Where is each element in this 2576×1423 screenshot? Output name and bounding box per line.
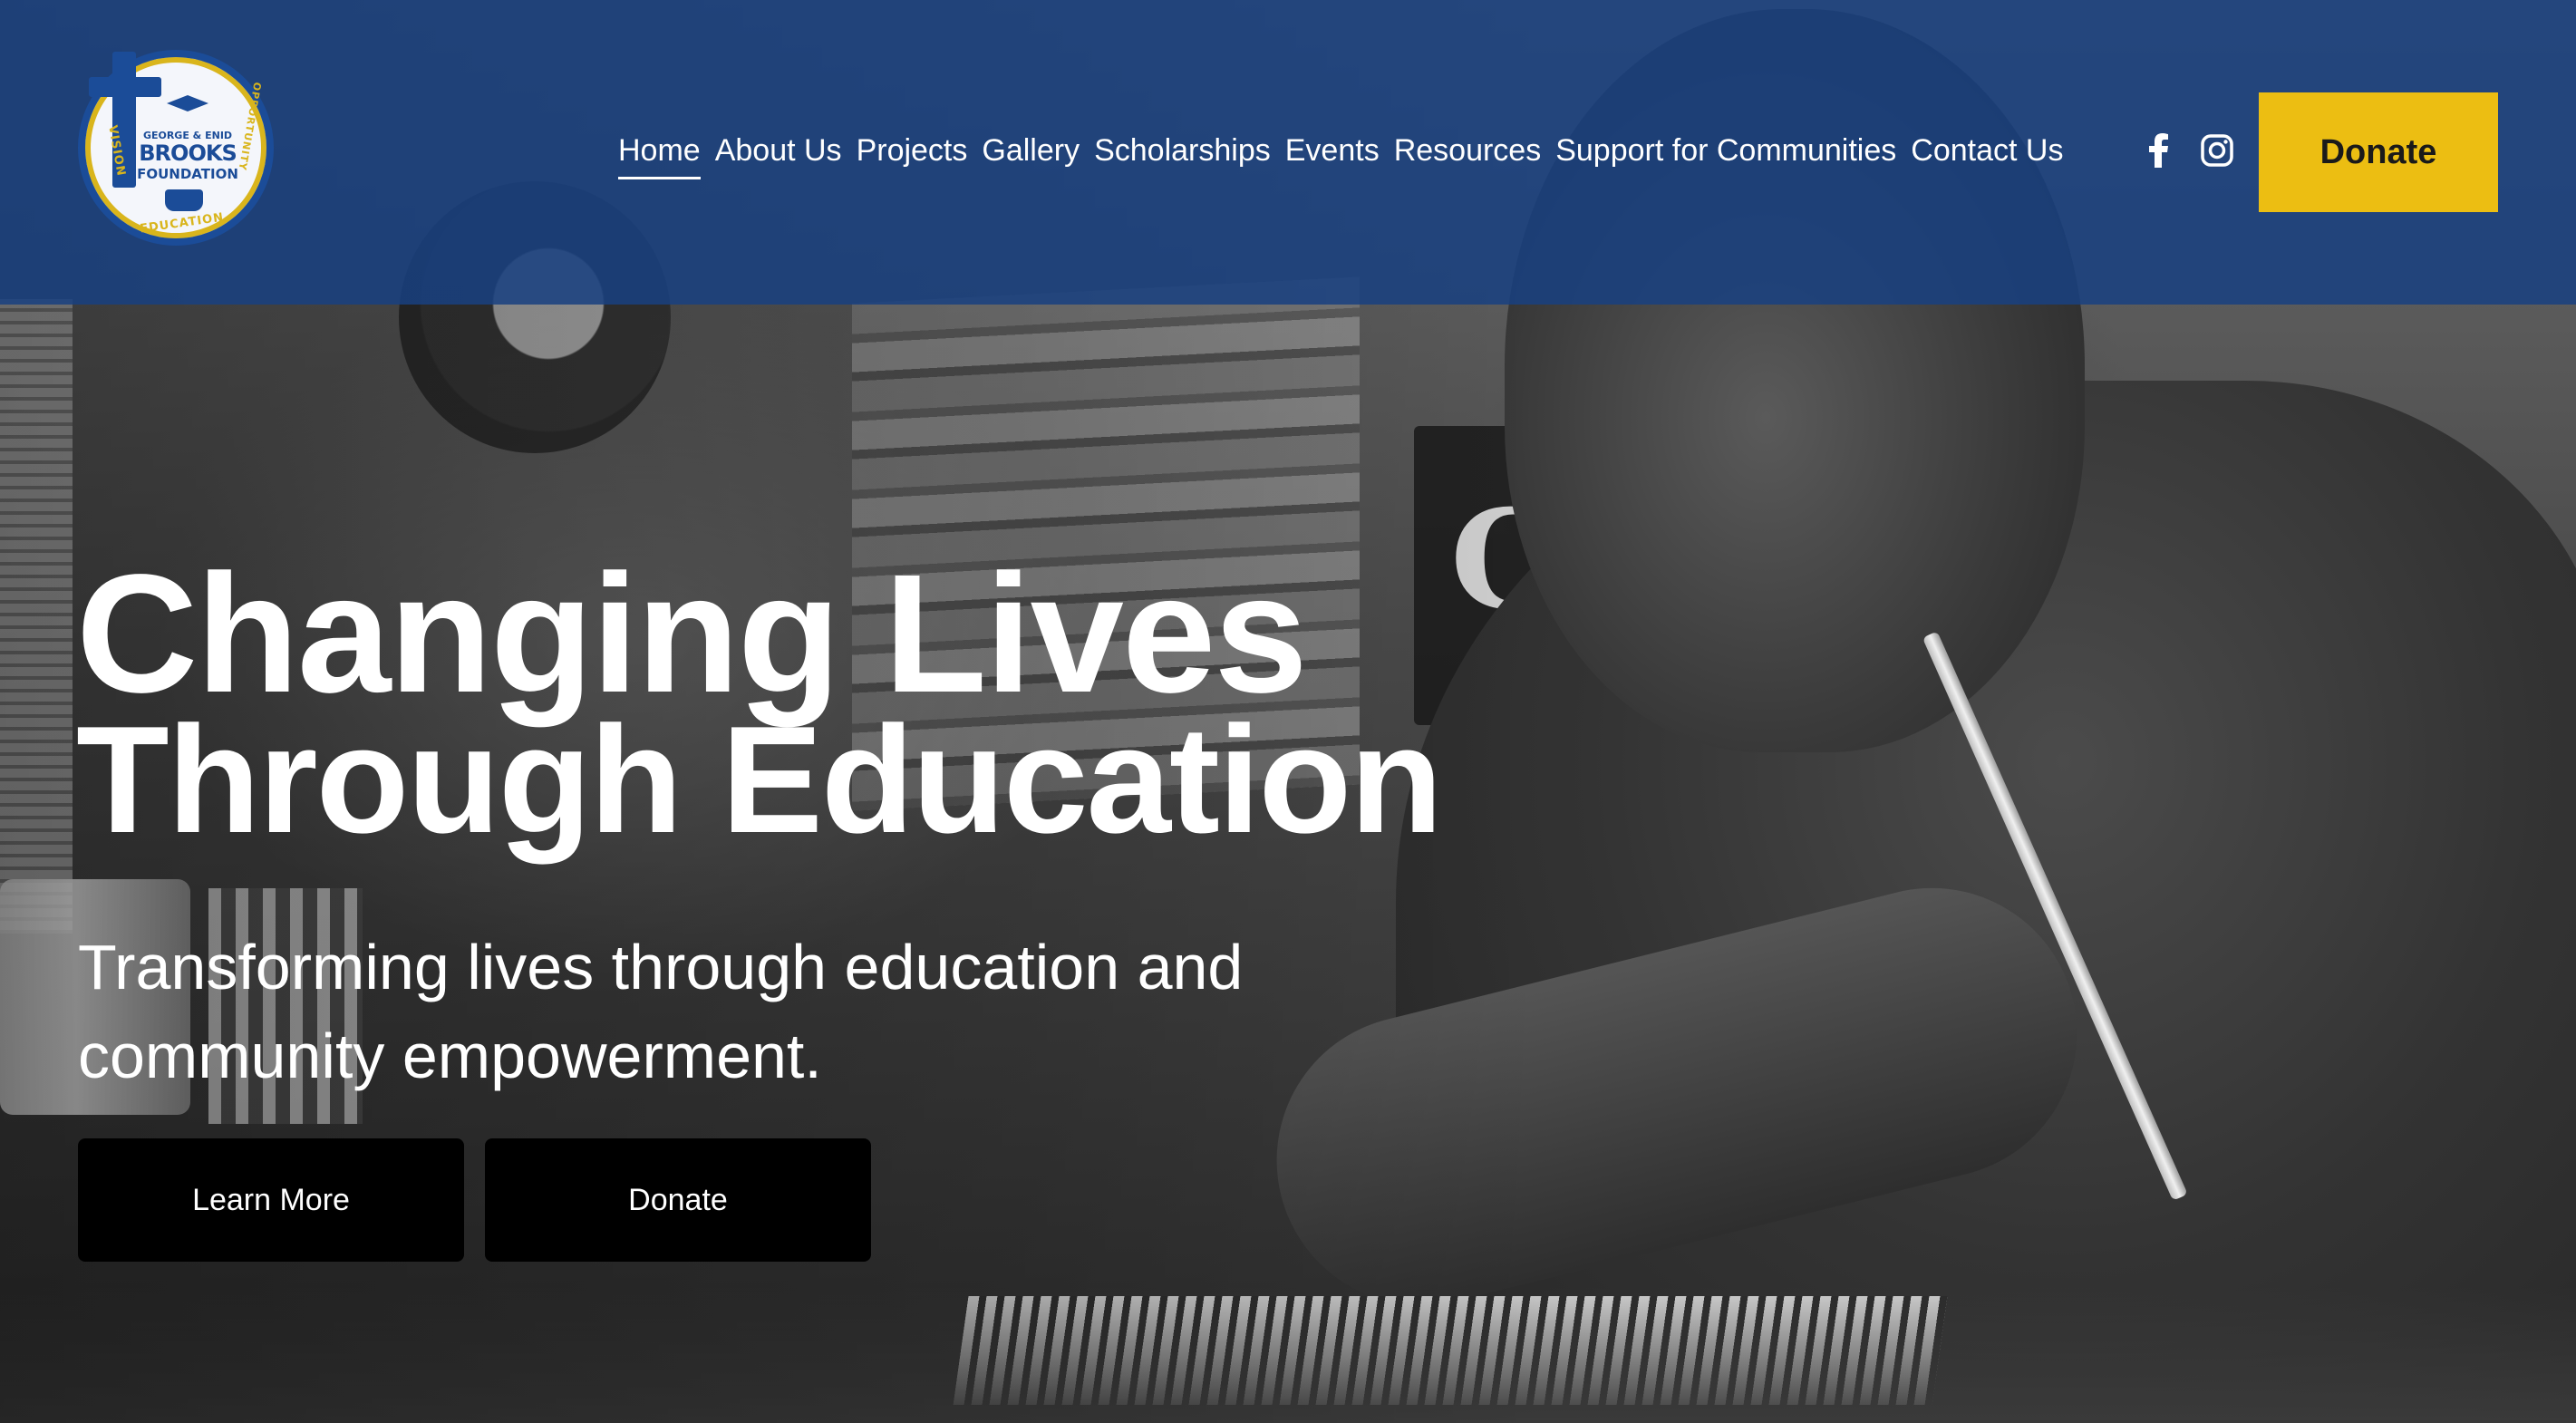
logo-ring-education: EDUCATION — [139, 210, 226, 237]
hero-title-line-2: Through Education — [76, 694, 1443, 865]
learn-more-button[interactable]: Learn More — [78, 1138, 464, 1262]
hero-subtitle-line-2: community empowerment. — [78, 1021, 822, 1091]
header-donate-button[interactable]: Donate — [2259, 92, 2498, 212]
facebook-icon[interactable] — [2141, 132, 2177, 169]
hero-title: Changing Lives Through Education — [76, 550, 1443, 865]
logo-subtitle: FOUNDATION — [137, 166, 238, 182]
graduation-cap-icon — [167, 95, 208, 111]
logo-cross-bar — [89, 77, 161, 97]
foundation-logo[interactable]: GEORGE & ENID BROOKS FOUNDATION VISION O… — [78, 50, 274, 246]
nav-item-contact-us[interactable]: Contact Us — [1903, 127, 2070, 174]
hero-donate-button[interactable]: Donate — [485, 1138, 871, 1262]
instagram-icon[interactable] — [2199, 132, 2235, 169]
nav-item-projects[interactable]: Projects — [849, 127, 975, 174]
hero-subtitle: Transforming lives through education and… — [78, 923, 1419, 1100]
social-links — [2141, 132, 2235, 169]
nav-item-resources[interactable]: Resources — [1387, 127, 1549, 174]
nav-item-gallery[interactable]: Gallery — [974, 127, 1087, 174]
nav-item-events[interactable]: Events — [1278, 127, 1387, 174]
logo-name: BROOKS — [139, 140, 237, 166]
nav-item-home[interactable]: Home — [611, 127, 708, 179]
site-header: GEORGE & ENID BROOKS FOUNDATION VISION O… — [0, 0, 2576, 305]
page: Cr GEORGE & ENID BROOKS FOUNDATION VISIO… — [0, 0, 2576, 1423]
nav-item-support-for-communities[interactable]: Support for Communities — [1548, 127, 1903, 174]
hero-subtitle-line-1: Transforming lives through education and — [78, 932, 1244, 1002]
nav-item-scholarships[interactable]: Scholarships — [1087, 127, 1278, 174]
nav-item-about-us[interactable]: About Us — [708, 127, 849, 174]
book-icon — [165, 189, 203, 211]
main-nav: Home About Us Projects Gallery Scholarsh… — [611, 127, 2070, 179]
logo-ring-opportunity: OPPORTUNITY — [236, 81, 264, 172]
